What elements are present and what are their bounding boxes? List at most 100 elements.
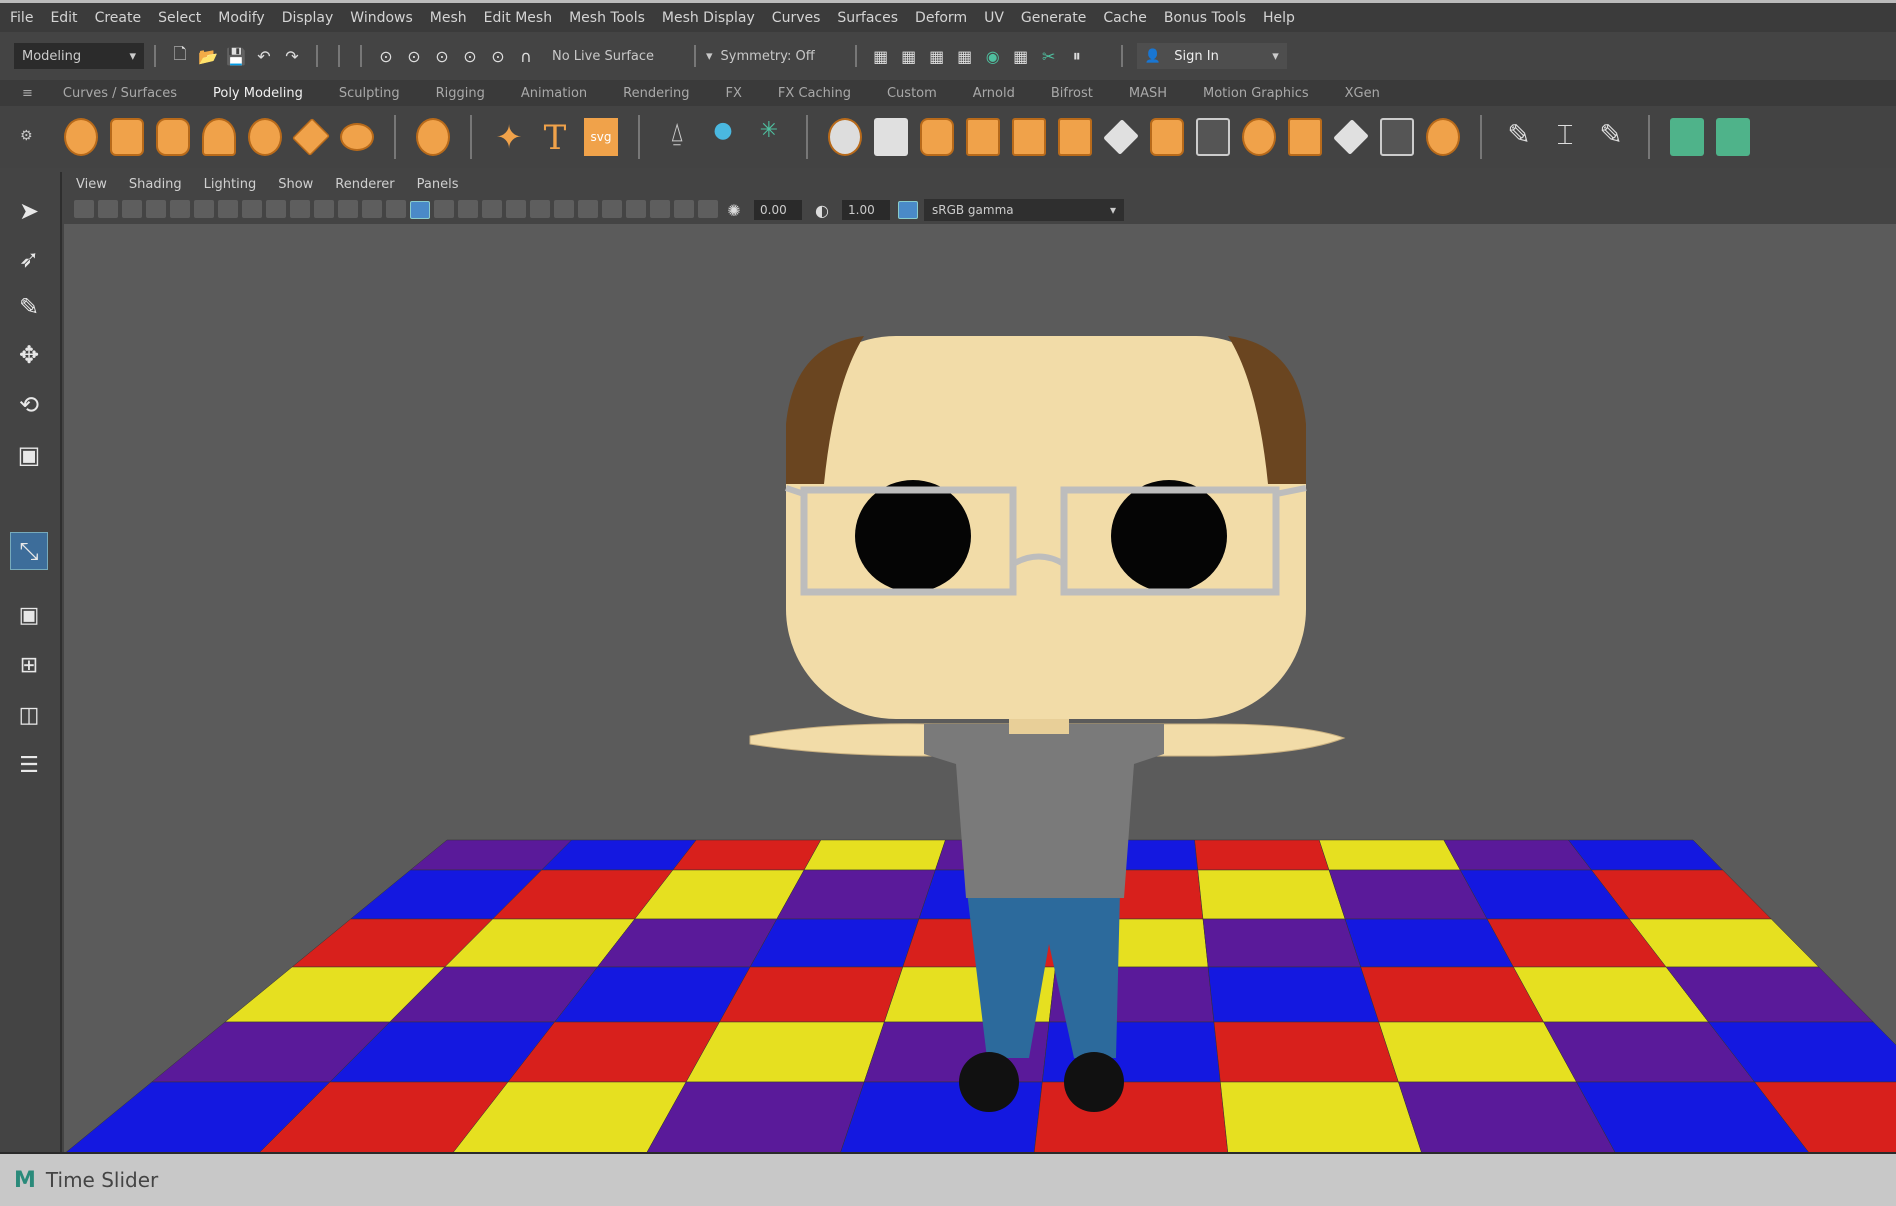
render-frame-icon[interactable]: ▦	[898, 45, 920, 67]
exposure-field[interactable]: 0.00	[754, 200, 802, 220]
open-scene-icon[interactable]: 📂	[197, 45, 219, 67]
mash-icon[interactable]: ✳	[752, 118, 786, 156]
shelf-tab-rigging[interactable]: Rigging	[436, 86, 485, 101]
menu-mesh[interactable]: Mesh	[430, 10, 467, 26]
type-icon[interactable]: ●	[706, 118, 740, 156]
menu-file[interactable]: File	[10, 10, 33, 26]
svg-tool-icon[interactable]: svg	[584, 118, 618, 156]
symmetry-label[interactable]: Symmetry: Off	[721, 49, 815, 64]
poly-cube-icon[interactable]	[110, 118, 144, 156]
viewport-menu-shading[interactable]: Shading	[129, 177, 182, 192]
shelf-tab-poly-modeling[interactable]: Poly Modeling	[213, 86, 303, 101]
connect-icon[interactable]	[1380, 118, 1414, 156]
combine-icon[interactable]	[828, 118, 862, 156]
scene-view[interactable]	[64, 224, 1896, 1152]
poly-disc-icon[interactable]	[340, 123, 374, 151]
rotate-tool-icon[interactable]: ⟲	[10, 386, 48, 424]
time-slider-bar[interactable]: M Time Slider	[0, 1152, 1896, 1206]
shelf-tab-custom[interactable]: Custom	[887, 86, 937, 101]
menu-modify[interactable]: Modify	[218, 10, 264, 26]
shadows-icon[interactable]	[506, 199, 526, 218]
arnold-render-icon[interactable]: ◉	[982, 45, 1004, 67]
platonic-solid-icon[interactable]	[416, 118, 450, 156]
delete-history-icon[interactable]	[1670, 118, 1704, 156]
camera-attributes-icon[interactable]	[98, 199, 118, 218]
use-all-lights-icon[interactable]	[482, 199, 502, 218]
separate-icon[interactable]	[874, 118, 908, 156]
textured-icon[interactable]	[410, 201, 430, 219]
shelf-tab-motion-graphics[interactable]: Motion Graphics	[1203, 86, 1309, 101]
anti-aliasing-icon[interactable]	[578, 199, 598, 218]
render-view-icon[interactable]: ▦	[954, 45, 976, 67]
shelf-tab-fx[interactable]: FX	[726, 86, 742, 101]
field-chart-icon[interactable]	[314, 199, 334, 218]
xray-components-icon[interactable]	[698, 199, 718, 218]
poly-cylinder-icon[interactable]	[156, 118, 190, 156]
snap-surface-icon[interactable]: ⊙	[487, 45, 509, 67]
snap-curve-icon[interactable]: ⊙	[403, 45, 425, 67]
shelf-tab-mash[interactable]: MASH	[1129, 86, 1167, 101]
resolution-gate-icon[interactable]	[266, 199, 286, 218]
menu-surfaces[interactable]: Surfaces	[837, 10, 898, 26]
color-management-icon[interactable]	[898, 201, 918, 219]
shelf-tab-xgen[interactable]: XGen	[1345, 86, 1380, 101]
viewport-menu-show[interactable]: Show	[278, 177, 313, 192]
menu-help[interactable]: Help	[1263, 10, 1295, 26]
color-space-dropdown[interactable]: sRGB gamma ▾	[924, 199, 1124, 221]
gate-mask-icon[interactable]	[290, 199, 310, 218]
ipr-render-icon[interactable]: ▦	[926, 45, 948, 67]
snap-view-icon[interactable]: ⊙	[459, 45, 481, 67]
screen-space-ao-icon[interactable]	[530, 199, 550, 218]
workspace-dropdown[interactable]: Modeling ▾	[14, 43, 144, 69]
exposure-icon[interactable]: ✺	[723, 199, 745, 221]
gamma-icon[interactable]: ◐	[811, 199, 833, 221]
live-surface-label[interactable]: No Live Surface	[552, 49, 654, 64]
grease-pencil-icon[interactable]	[194, 199, 214, 218]
menu-display[interactable]: Display	[282, 10, 334, 26]
shelf-tab-fx-caching[interactable]: FX Caching	[778, 86, 851, 101]
single-perspective-layout-icon[interactable]: ▣	[10, 596, 48, 634]
hypershade-icon[interactable]: ▦	[1010, 45, 1032, 67]
uv-editor-icon[interactable]: ✎	[1502, 118, 1536, 156]
depth-of-field-icon[interactable]	[602, 199, 622, 218]
snap-point-icon[interactable]: ⊙	[431, 45, 453, 67]
menu-bonus-tools[interactable]: Bonus Tools	[1164, 10, 1246, 26]
viewport-menu-lighting[interactable]: Lighting	[204, 177, 257, 192]
bookmarks-icon[interactable]	[122, 199, 142, 218]
undo-icon[interactable]: ↶	[253, 45, 275, 67]
smooth-shade-all-icon[interactable]	[434, 199, 454, 218]
extrude-icon[interactable]	[1058, 118, 1092, 156]
isolate-select-icon[interactable]	[626, 199, 646, 218]
two-pane-layout-icon[interactable]: ◫	[10, 696, 48, 734]
menu-mesh-display[interactable]: Mesh Display	[662, 10, 755, 26]
new-scene-icon[interactable]: 🗋	[169, 44, 191, 67]
menu-create[interactable]: Create	[95, 10, 142, 26]
2d-pan-zoom-icon[interactable]	[170, 199, 190, 218]
four-view-layout-icon[interactable]: ⊞	[10, 646, 48, 684]
text-tool-icon[interactable]: T	[538, 118, 572, 158]
symmetry-dropdown-icon[interactable]: ▾	[706, 49, 713, 64]
super-shape-icon[interactable]: ✦	[492, 118, 526, 156]
freeze-transforms-icon[interactable]	[1716, 118, 1750, 156]
move-tool-icon[interactable]: ✥	[10, 336, 48, 374]
shelf-tab-animation[interactable]: Animation	[521, 86, 587, 101]
perspective-viewport[interactable]	[64, 224, 1896, 1152]
safe-action-icon[interactable]	[338, 199, 358, 218]
mirror-icon[interactable]	[1012, 118, 1046, 156]
viewport-menu-panels[interactable]: Panels	[417, 177, 459, 192]
xray-icon[interactable]	[650, 199, 670, 218]
shelf-tab-rendering[interactable]: Rendering	[623, 86, 689, 101]
render-setup-icon[interactable]: ✂	[1038, 45, 1060, 67]
shelf-tab-arnold[interactable]: Arnold	[973, 86, 1015, 101]
grid-icon[interactable]	[218, 199, 238, 218]
bevel-icon[interactable]	[1150, 118, 1184, 156]
select-tool-icon[interactable]: ➤	[10, 192, 48, 230]
menu-generate[interactable]: Generate	[1021, 10, 1086, 26]
select-camera-icon[interactable]	[74, 199, 94, 218]
poly-sphere-icon[interactable]	[64, 118, 98, 156]
outliner-layout-icon[interactable]: ☰	[10, 746, 48, 784]
render-settings-icon[interactable]: ▦	[870, 45, 892, 67]
fill-hole-icon[interactable]	[1196, 118, 1230, 156]
menu-mesh-tools[interactable]: Mesh Tools	[569, 10, 645, 26]
quad-draw-icon[interactable]	[1426, 118, 1460, 156]
